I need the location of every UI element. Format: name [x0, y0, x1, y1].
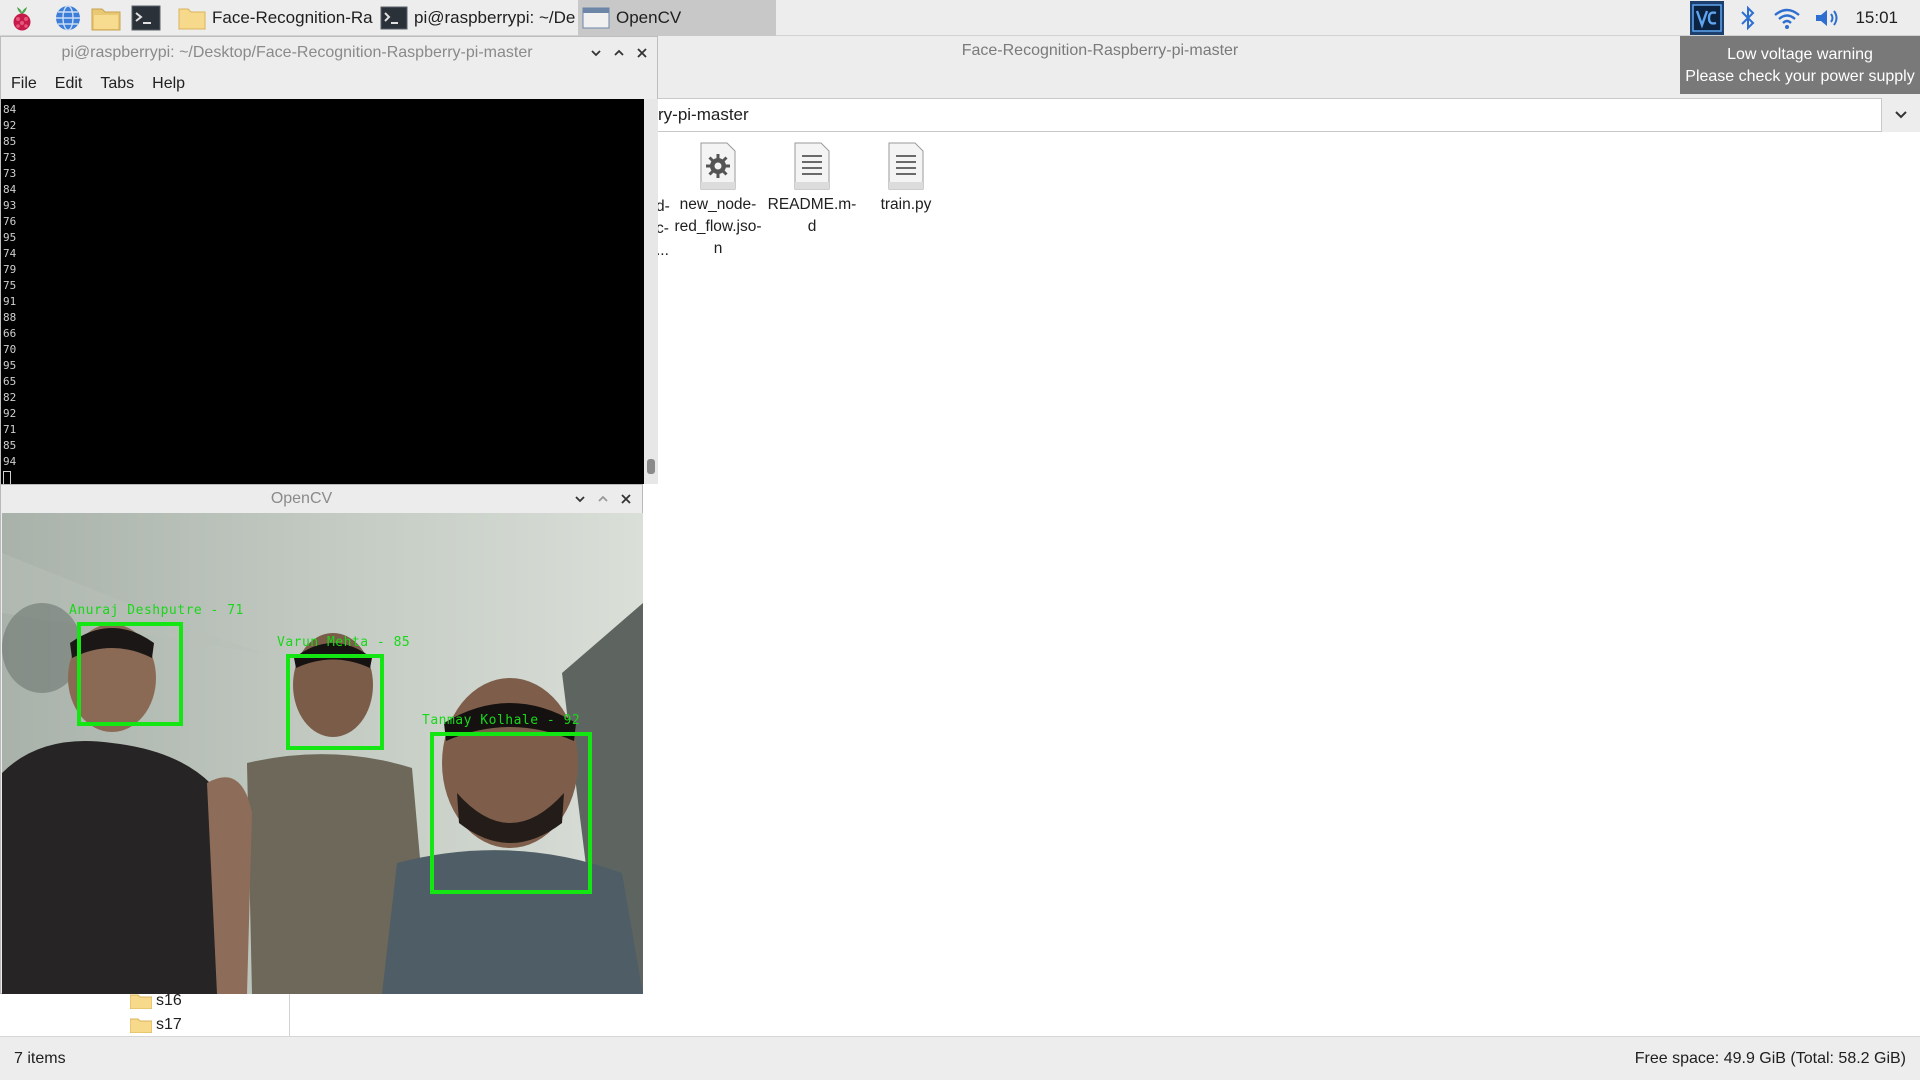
task-terminal[interactable]: pi@raspberrypi: ~/De...: [376, 0, 576, 36]
file-manager-launcher[interactable]: [91, 3, 121, 33]
maximize-button[interactable]: [591, 488, 614, 510]
terminal-title: pi@raspberrypi: ~/Desktop/Face-Recogniti…: [61, 44, 533, 61]
file-item-new-node-red-flow[interactable]: new_node- red_flow.jso- n: [670, 142, 766, 260]
folder-tree[interactable]: s16 s17: [0, 990, 290, 1036]
bluetooth-icon: [1741, 5, 1755, 31]
menu-tabs[interactable]: Tabs: [100, 75, 134, 93]
wifi-icon: [1774, 8, 1800, 29]
face-label-1: Anuraj Deshputre - 71: [69, 603, 244, 618]
web-browser-icon: [56, 5, 80, 31]
terminal-menubar: File Edit Tabs Help: [1, 69, 193, 99]
terminal-line: 92: [3, 119, 17, 132]
menu-edit[interactable]: Edit: [55, 75, 83, 93]
terminal-line: 82: [3, 391, 17, 404]
terminal-cursor: [3, 470, 644, 484]
close-button[interactable]: [630, 42, 653, 64]
text-file-icon: [794, 142, 830, 190]
terminal-line: 73: [3, 167, 17, 180]
face-label-3: Tanmay Kolhale - 92: [422, 713, 581, 728]
face-box-1: [77, 622, 183, 726]
menu-help[interactable]: Help: [152, 75, 185, 93]
terminal-line: 84: [3, 183, 17, 196]
volume-button[interactable]: [1810, 0, 1846, 36]
maximize-button[interactable]: [607, 42, 630, 64]
tree-item-s17[interactable]: s17: [130, 1014, 182, 1036]
terminal-line: 73: [3, 151, 17, 164]
volume-icon: [1816, 10, 1838, 26]
vnc-icon: [1692, 4, 1722, 32]
file-manager-icon: [91, 8, 121, 31]
opencv-window[interactable]: OpenCV Anuraj Deshputre - 71 Varun Mehta…: [0, 484, 643, 994]
path-dropdown-button[interactable]: [1882, 98, 1920, 132]
terminal-line: 91: [3, 295, 17, 308]
terminal-line: 74: [3, 247, 17, 260]
terminal-output[interactable]: 84 92 85 73 73 84 93 76 95 74 79 75 91 88 66 70 95 65 82 92…: [1, 99, 644, 484]
minimize-icon: [590, 50, 601, 57]
terminal-icon: [380, 6, 408, 30]
folder-icon: [178, 8, 206, 30]
terminal-line: 70: [3, 343, 17, 356]
scrollbar-thumb[interactable]: [647, 459, 655, 474]
web-browser-launcher[interactable]: [53, 3, 83, 33]
bluetooth-button[interactable]: [1734, 0, 1762, 36]
terminal-launcher[interactable]: [131, 3, 161, 33]
item-count: 7 items: [14, 1050, 66, 1067]
terminal-scrollbar[interactable]: [644, 99, 658, 484]
folder-icon: [130, 1018, 152, 1033]
file-item-readme[interactable]: README.m- d: [764, 142, 860, 238]
terminal-window[interactable]: pi@raspberrypi: ~/Desktop/Face-Recogniti…: [0, 36, 658, 484]
minimize-button[interactable]: [568, 488, 591, 510]
raspberry-pi-menu-button[interactable]: [7, 3, 37, 33]
file-item-train-py[interactable]: train.py: [858, 142, 954, 216]
wifi-button[interactable]: [1770, 0, 1804, 36]
face-box-2: [286, 654, 384, 750]
terminal-line: 95: [3, 231, 17, 244]
menu-file[interactable]: File: [11, 75, 37, 93]
terminal-line: 85: [3, 439, 17, 452]
face-label-2: Varun Mehta - 85: [277, 635, 411, 650]
close-icon: [636, 48, 647, 58]
window-icon: [582, 7, 610, 29]
terminal-line: 94: [3, 455, 17, 468]
maximize-icon: [597, 495, 608, 502]
chevron-down-icon: [1895, 111, 1907, 119]
face-box-3: [430, 732, 592, 894]
terminal-line: 76: [3, 215, 17, 228]
opencv-title: OpenCV: [270, 490, 333, 507]
folder-icon: [130, 994, 152, 1009]
free-space: Free space: 49.9 GiB (Total: 58.2 GiB): [1634, 1050, 1906, 1067]
terminal-icon: [131, 5, 161, 31]
raspberry-pi-menu-icon: [13, 7, 31, 31]
close-button[interactable]: [614, 488, 637, 510]
file-view[interactable]: [640, 132, 1920, 1036]
clock[interactable]: 15:01: [1855, 0, 1898, 36]
task-file-manager[interactable]: Face-Recognition-Ra...: [174, 0, 374, 36]
close-icon: [620, 494, 631, 504]
status-bar: 7 items Free space: 49.9 GiB (Total: 58.…: [0, 1036, 1920, 1080]
camera-frame: Anuraj Deshputre - 71 Varun Mehta - 85 T…: [2, 513, 643, 994]
path-bar-input[interactable]: ry-pi-master: [640, 98, 1882, 132]
terminal-line: 85: [3, 135, 17, 148]
terminal-line: 79: [3, 263, 17, 276]
terminal-line: 95: [3, 359, 17, 372]
terminal-line: 75: [3, 279, 17, 292]
terminal-line: 84: [3, 103, 17, 116]
task-opencv[interactable]: OpenCV: [578, 0, 776, 36]
taskbar: Face-Recognition-Ra... pi@raspberrypi: ~…: [0, 0, 1920, 36]
terminal-line: 65: [3, 375, 17, 388]
low-voltage-tooltip: Low voltage warning Please check your po…: [1680, 36, 1920, 94]
settings-file-icon: [700, 142, 736, 190]
minimize-button[interactable]: [584, 42, 607, 64]
terminal-line: 88: [3, 311, 17, 324]
vnc-button[interactable]: [1690, 1, 1724, 35]
terminal-line: 93: [3, 199, 17, 212]
terminal-line: 92: [3, 407, 17, 420]
maximize-icon: [613, 49, 624, 56]
text-file-icon: [888, 142, 924, 190]
terminal-line: 66: [3, 327, 17, 340]
partial-file-label[interactable]: d- c- ...: [656, 196, 670, 262]
terminal-line: 71: [3, 423, 17, 436]
minimize-icon: [574, 496, 585, 503]
